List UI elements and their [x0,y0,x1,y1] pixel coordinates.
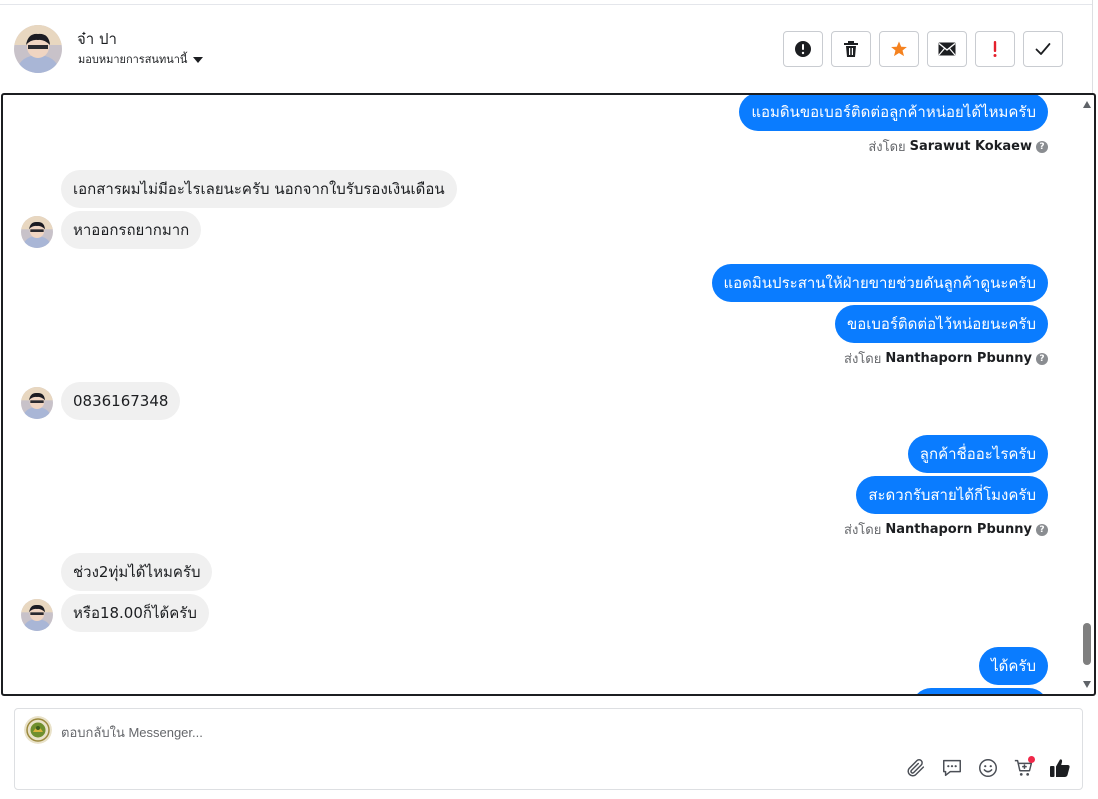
mark-spam-button[interactable] [783,31,823,67]
sender-name: Nanthaporn Pbunny [885,522,1032,537]
follow-up-button[interactable] [975,31,1015,67]
thread-scrollbar[interactable] [1080,95,1094,694]
help-icon[interactable]: ? [1036,140,1048,153]
page-avatar [24,716,52,744]
message-thread[interactable]: แอมดินขอเบอร์ติดต่อลูกค้าหน่อยได้ไหมครับ… [1,93,1096,696]
notification-dot [1028,756,1035,763]
alert-circle-icon [795,41,811,57]
thumbs-up-icon [1050,759,1070,777]
message-incoming[interactable]: ช่วง2ทุ่มได้ไหมครับ [61,553,213,591]
caret-down-icon [193,56,204,63]
message-incoming[interactable]: 0836167348 [61,382,181,420]
trash-icon [844,41,858,57]
paperclip-icon [907,759,925,777]
help-icon[interactable]: ? [1036,523,1048,536]
mail-icon [938,42,956,56]
star-icon [891,41,907,57]
saved-replies-button[interactable] [939,755,965,781]
message-outgoing-partial[interactable] [912,688,1048,694]
sender-name: Nanthaporn Pbunny [885,351,1032,366]
mark-unread-button[interactable] [927,31,967,67]
add-to-cart-button[interactable] [1011,755,1037,781]
message-outgoing[interactable]: แอมดินขอเบอร์ติดต่อลูกค้าหน่อยได้ไหมครับ [739,95,1048,131]
conversation-header: จ๋า ปา มอบหมายการสนทนานี้ [0,6,1092,92]
top-divider [0,0,1092,5]
sent-by-label: ส่งโดย Sarawut Kokaew ? [868,136,1048,157]
contact-name: จ๋า ปา [77,30,117,48]
delete-button[interactable] [831,31,871,67]
sent-by-prefix: ส่งโดย [844,523,882,538]
message-outgoing[interactable]: ลูกค้าชื่ออะไรครับ [907,435,1048,473]
right-divider [1092,0,1093,94]
smiley-icon [979,759,997,777]
message-incoming[interactable]: หาออกรถยากมาก [61,211,202,249]
scrollbar-thumb[interactable] [1083,623,1091,665]
contact-avatar-small [21,599,53,631]
exclamation-icon [993,41,997,57]
reply-input[interactable] [61,720,861,744]
mark-done-button[interactable] [1023,31,1063,67]
sent-by-label: ส่งโดย Nanthaporn Pbunny ? [844,348,1048,369]
chat-bubble-icon [943,759,961,777]
message-outgoing[interactable]: สะดวกรับสายได้กี่โมงครับ [856,476,1048,514]
composer-toolbar [903,755,1073,781]
contact-avatar[interactable] [14,25,62,73]
attach-button[interactable] [903,755,929,781]
message-incoming[interactable]: หรือ18.00ก็ได้ครับ [61,594,209,632]
message-outgoing[interactable]: แอดมินประสานให้ฝ่ายขายช่วยดันลูกค้าดูนะค… [711,264,1048,302]
sent-by-prefix: ส่งโดย [844,352,882,367]
send-like-button[interactable] [1047,755,1073,781]
conversation-actions [783,31,1063,67]
check-icon [1035,43,1051,55]
assign-label: มอบหมายการสนทนานี้ [78,53,188,66]
scroll-down-arrow-icon[interactable] [1083,681,1091,688]
reply-composer [14,708,1083,790]
emoji-button[interactable] [975,755,1001,781]
scroll-up-arrow-icon[interactable] [1083,101,1091,108]
contact-avatar-small [21,216,53,248]
sent-by-label: ส่งโดย Nanthaporn Pbunny ? [844,519,1048,540]
star-button[interactable] [879,31,919,67]
help-icon[interactable]: ? [1036,352,1048,365]
message-outgoing[interactable]: ได้ครับ [979,647,1048,685]
sent-by-prefix: ส่งโดย [868,140,906,155]
message-incoming[interactable]: เอกสารผมไม่มีอะไรเลยนะครับ นอกจากใบรับรอ… [61,170,457,208]
sender-name: Sarawut Kokaew [909,139,1032,154]
assign-conversation-dropdown[interactable]: มอบหมายการสนทนานี้ [78,50,204,68]
message-outgoing[interactable]: ขอเบอร์ติดต่อไว้หน่อยนะครับ [834,305,1048,343]
contact-avatar-small [21,387,53,419]
